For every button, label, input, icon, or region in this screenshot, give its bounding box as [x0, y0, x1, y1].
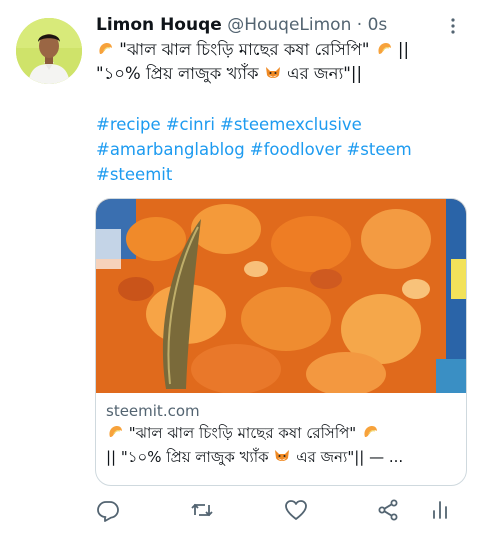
tweet-line-2: "১০% প্রিয় লাজুক খ্যাঁক: [96, 64, 259, 83]
tweet-line-2-suffix: এর জন্য"||: [287, 64, 363, 83]
card-domain: steemit.com: [106, 402, 200, 420]
hashtag-link[interactable]: #cinri: [166, 115, 215, 134]
reply-icon[interactable]: [96, 498, 120, 522]
fox-emoji-icon: [275, 450, 290, 461]
hashtag-link[interactable]: #foodlover: [250, 140, 342, 159]
card-desc-line-1: "ঝাল ঝাল চিংড়ি মাছের কষা রেসিপি": [128, 424, 357, 442]
shrimp-emoji-icon: [99, 43, 112, 54]
shrimp-emoji-icon: [109, 426, 122, 437]
hashtag-row: #recipe #cinri #steemexclusive: [96, 112, 466, 137]
tweet-body: Limon Houqe @HouqeLimon · 0s "ঝাল ঝাল চি…: [96, 14, 466, 187]
user-handle[interactable]: @HouqeLimon: [227, 15, 351, 35]
avatar-image: [16, 18, 82, 84]
timestamp[interactable]: 0s: [368, 15, 388, 35]
shrimp-emoji-icon: [364, 426, 377, 437]
hashtag-link[interactable]: #steem: [346, 140, 411, 159]
hashtag-link[interactable]: #recipe: [96, 115, 161, 134]
heart-icon[interactable]: [284, 498, 308, 522]
hashtag-row: #amarbanglablog #foodlover #steem: [96, 137, 466, 162]
hashtag-link[interactable]: #amarbanglablog: [96, 140, 245, 159]
card-description: "ঝাল ঝাল চিংড়ি মাছের কষা রেসিপি": [106, 421, 456, 445]
link-preview-card[interactable]: steemit.com "ঝাল ঝাল চিংড়ি মাছের কষা রে…: [95, 198, 467, 486]
separator-dot: ·: [356, 15, 363, 35]
retweet-icon[interactable]: [190, 498, 214, 522]
tweet-text: "ঝাল ঝাল চিংড়ি মাছের কষা রেসিপি" || "১০…: [96, 38, 466, 86]
display-name[interactable]: Limon Houqe: [96, 15, 222, 35]
tweet-line-1: "ঝাল ঝাল চিংড়ি মাছের কষা রেসিপি": [119, 40, 370, 59]
card-description: || "১০% প্রিয় লাজুক খ্যাঁক এর জন্য"|| —…: [106, 445, 456, 469]
analytics-icon[interactable]: [428, 498, 452, 522]
tweet-header: Limon Houqe @HouqeLimon · 0s: [96, 14, 466, 36]
hashtag-list: #recipe #cinri #steemexclusive #amarbangla…: [96, 112, 466, 187]
hashtag-row: #steemit: [96, 162, 466, 187]
fox-emoji-icon: [265, 67, 280, 78]
avatar[interactable]: [16, 18, 82, 84]
hashtag-link[interactable]: #steemexclusive: [220, 115, 362, 134]
card-image: [96, 199, 466, 393]
share-icon[interactable]: [376, 498, 400, 522]
card-meta: steemit.com "ঝাল ঝাল চিংড়ি মাছের কষা রে…: [96, 393, 466, 469]
tweet-line-1-suffix: ||: [397, 40, 410, 59]
card-desc-line-2a: || "১০% প্রিয় লাজুক খ্যাঁক: [106, 448, 269, 466]
hashtag-link[interactable]: #steemit: [96, 165, 172, 184]
shrimp-emoji-icon: [378, 43, 391, 54]
card-desc-line-2b: এর জন্য"|| — ...: [296, 448, 404, 466]
action-bar: [96, 498, 456, 524]
